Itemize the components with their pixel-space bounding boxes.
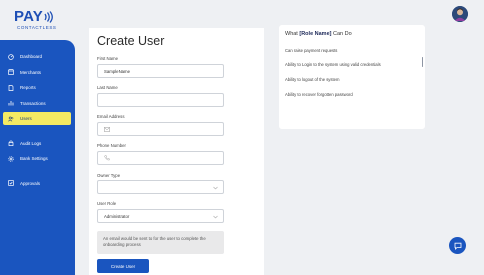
mail-icon bbox=[104, 126, 110, 132]
brand-subtitle: CONTACTLESS bbox=[17, 25, 57, 30]
sidebar-item-label: Reports bbox=[20, 85, 36, 90]
permissions-role-name: [Role Name] bbox=[299, 31, 332, 37]
settings-icon bbox=[8, 155, 14, 162]
dashboard-icon bbox=[8, 53, 14, 60]
user-role-label: User Role bbox=[97, 201, 117, 206]
owner-type-select[interactable] bbox=[97, 180, 224, 194]
users-icon bbox=[8, 116, 14, 122]
permissions-title: What [Role Name] Can Do bbox=[285, 31, 352, 37]
phone-field[interactable] bbox=[97, 151, 224, 165]
first-name-field[interactable]: SampleName bbox=[97, 64, 224, 78]
sidebar-item-label: Approvals bbox=[20, 180, 41, 186]
lock-icon bbox=[8, 140, 14, 146]
store-icon bbox=[8, 69, 14, 75]
report-icon bbox=[8, 84, 14, 91]
role-permissions-card: What [Role Name] Can Do Can raise paymen… bbox=[279, 25, 425, 129]
chevron-down-icon bbox=[213, 215, 218, 220]
sidebar-item-merchants[interactable]: Merchants bbox=[3, 66, 71, 79]
sidebar-item-audit-logs[interactable]: Audit Logs bbox=[3, 137, 71, 150]
phone-icon bbox=[104, 155, 110, 161]
chat-icon bbox=[454, 242, 461, 250]
permissions-title-prefix: What bbox=[285, 31, 300, 37]
sidebar-item-users[interactable]: Users bbox=[3, 112, 71, 125]
sidebar-item-bank-settings[interactable]: Bank Settings bbox=[3, 152, 71, 165]
chevron-down-icon bbox=[213, 186, 218, 191]
first-name-value: SampleName bbox=[104, 68, 131, 74]
sidebar-item-reports[interactable]: Reports bbox=[3, 81, 71, 94]
permission-item: Can raise payment requests bbox=[285, 48, 338, 53]
sidebar-item-label: Merchants bbox=[20, 69, 42, 75]
last-name-field[interactable] bbox=[97, 93, 224, 107]
approvals-icon bbox=[8, 180, 14, 186]
transactions-icon bbox=[8, 100, 14, 106]
sidebar-item-dashboard[interactable]: Dashboard bbox=[3, 50, 71, 63]
permission-item: Ability to recover forgotten password bbox=[285, 92, 353, 97]
email-field[interactable] bbox=[97, 122, 224, 136]
onboarding-note: An email would be sent to for the user t… bbox=[97, 231, 224, 254]
sidebar-item-label: Users bbox=[20, 116, 32, 121]
contactless-icon bbox=[44, 11, 53, 23]
sidebar-item-label: Bank Settings bbox=[20, 156, 48, 161]
user-role-select[interactable]: Administrator bbox=[97, 209, 224, 223]
chat-button[interactable] bbox=[449, 237, 466, 254]
brand-name: PAY bbox=[14, 8, 43, 25]
sidebar-item-transactions[interactable]: Transactions bbox=[3, 97, 71, 110]
avatar-icon[interactable] bbox=[452, 6, 468, 22]
sidebar-item-label: Audit Logs bbox=[20, 140, 42, 146]
page-title: Create User bbox=[97, 34, 165, 48]
sidebar-item-label: Transactions bbox=[20, 100, 46, 106]
sidebar: Dashboard Merchants Reports Transactions… bbox=[0, 40, 75, 275]
permission-item: Ability to logout of the system bbox=[285, 77, 340, 82]
last-name-label: Last Name bbox=[97, 85, 118, 90]
brand-logo: PAY CONTACTLESS bbox=[14, 8, 64, 34]
scrollbar[interactable] bbox=[421, 57, 423, 67]
first-name-label: First Name bbox=[97, 56, 119, 61]
sidebar-item-approvals[interactable]: Approvals bbox=[3, 177, 71, 190]
permissions-title-suffix: Can Do bbox=[331, 31, 352, 37]
user-role-value: Administrator bbox=[104, 213, 130, 219]
email-label: Email Address bbox=[97, 114, 125, 119]
owner-type-label: Owner Type bbox=[97, 173, 121, 178]
create-user-form: Create User First Name SampleName Last N… bbox=[89, 28, 264, 275]
create-user-button[interactable]: Create User bbox=[97, 259, 149, 273]
phone-label: Phone Number bbox=[97, 143, 126, 148]
permission-item: Ability to Login to the system using val… bbox=[285, 62, 381, 67]
sidebar-item-label: Dashboard bbox=[20, 54, 43, 59]
